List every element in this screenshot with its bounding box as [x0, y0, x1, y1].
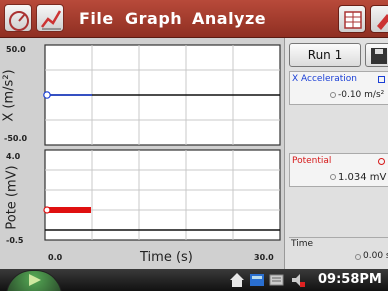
time-cursor-icon	[355, 254, 361, 260]
menu-bar: File Graph Analyze	[0, 0, 388, 38]
menu-graph[interactable]: Graph	[125, 9, 182, 28]
bottom-y-axis-label: Pote (mV)	[4, 165, 20, 230]
menu-analyze[interactable]: Analyze	[192, 9, 266, 28]
acceleration-label: X Acceleration	[292, 74, 357, 84]
apps-icon[interactable]	[249, 272, 265, 288]
acceleration-cursor-point	[43, 91, 51, 99]
battery-icon	[269, 274, 284, 286]
save-button[interactable]	[365, 43, 388, 67]
pencil-icon	[377, 14, 388, 30]
save-icon	[371, 48, 387, 64]
x-min-tick: 0.0	[48, 253, 63, 262]
acceleration-marker-icon	[378, 76, 385, 83]
meter-app-icon[interactable]	[4, 4, 32, 32]
potential-series-band	[47, 207, 91, 213]
status-bar: 09:58PM	[0, 269, 388, 291]
clock: 09:58PM	[318, 272, 382, 287]
menu-file[interactable]: File	[79, 9, 114, 28]
graph-app-icon[interactable]	[36, 4, 64, 32]
acceleration-cursor-icon	[330, 92, 336, 98]
graph-icon	[41, 10, 62, 30]
x-max-tick: 30.0	[254, 253, 274, 262]
acceleration-value: -0.10 m/s²	[338, 90, 385, 100]
potential-marker-icon	[378, 158, 385, 165]
acceleration-meter[interactable]: X Acceleration -0.10 m/s²	[289, 71, 388, 105]
top-y-min-tick: -50.0	[4, 134, 28, 143]
potential-cursor-icon	[330, 174, 336, 180]
table-view-button[interactable]	[338, 5, 366, 33]
labquest-screen: File Graph Analyze 50.0 -50.0 X (m/s²) 4…	[0, 0, 388, 291]
potential-value: 1.034 mV	[338, 172, 387, 183]
potential-meter[interactable]: Potential 1.034 mV	[289, 153, 388, 187]
speaker-icon[interactable]	[290, 272, 306, 288]
graph-canvas[interactable]	[0, 38, 284, 269]
notes-button[interactable]	[370, 5, 388, 33]
x-axis-label: Time (s)	[140, 250, 193, 265]
potential-label: Potential	[292, 156, 332, 166]
time-value: 0.00 s	[363, 251, 388, 261]
collect-button[interactable]	[6, 270, 62, 291]
meter-icon	[9, 11, 29, 31]
run-label: Run 1	[307, 48, 343, 62]
table-icon	[344, 11, 362, 29]
run-selector[interactable]: Run 1	[289, 43, 361, 67]
bottom-plot-frame	[44, 149, 281, 241]
play-icon	[29, 274, 41, 286]
top-y-axis-label: X (m/s²)	[1, 69, 17, 122]
bottom-y-max-tick: 4.0	[6, 152, 21, 161]
home-icon[interactable]	[229, 272, 245, 288]
potential-cursor-point	[43, 206, 51, 214]
graph-area[interactable]: 50.0 -50.0 X (m/s²) 4.0 -0.5 Pote (mV) 0…	[0, 38, 284, 269]
bottom-y-min-tick: -0.5	[6, 236, 24, 245]
time-readout: Time 0.00 s	[289, 237, 388, 267]
meter-panel: Run 1 X Acceleration -0.10 m/s² Potentia…	[284, 38, 388, 269]
time-label: Time	[291, 239, 314, 249]
top-y-max-tick: 50.0	[6, 45, 26, 54]
